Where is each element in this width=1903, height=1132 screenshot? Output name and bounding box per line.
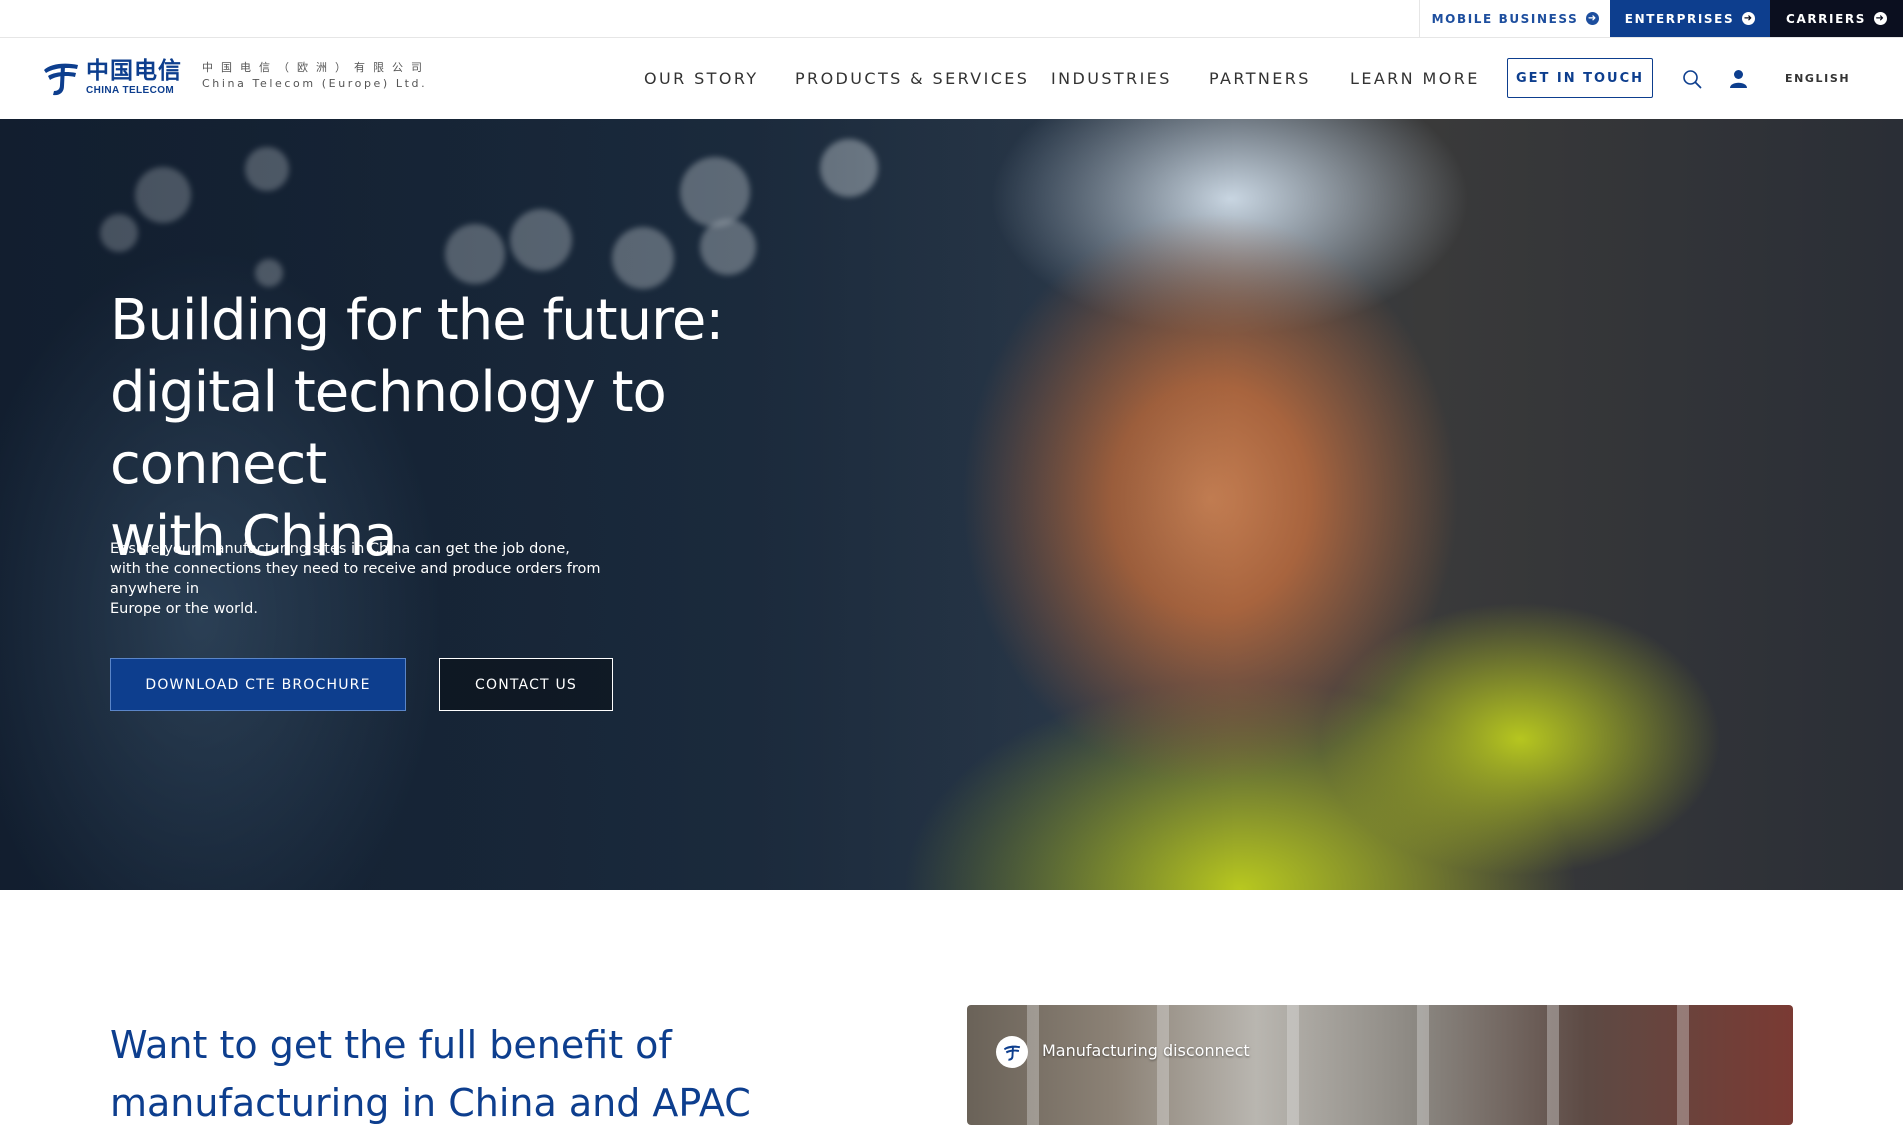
arrow-right-icon: ➜ <box>1586 12 1600 25</box>
nav-our-story[interactable]: OUR STORY <box>644 38 759 119</box>
hero-description: Ensure your manufacturing sites in China… <box>110 539 670 619</box>
language-selector[interactable]: ENGLISH <box>1785 38 1850 119</box>
main-header: 中国电信 CHINA TELECOM 中国电信（欧洲）有限公司 China Te… <box>0 38 1903 119</box>
hero-title-line: Building for the future: <box>110 288 724 353</box>
section-heading-line: Want to get the full benefit of <box>110 1023 672 1067</box>
hero-title-line: digital technology to connect <box>110 360 667 497</box>
logo-sub-chinese: 中国电信（欧洲）有限公司 <box>202 61 430 74</box>
logo-sub-english: China Telecom (Europe) Ltd. <box>202 77 428 90</box>
logo-english-text: CHINA TELECOM <box>86 84 175 96</box>
search-icon[interactable] <box>1682 69 1702 89</box>
arrow-right-icon: ➜ <box>1742 12 1756 25</box>
carriers-link[interactable]: CARRIERS ➜ <box>1770 0 1903 37</box>
logo-wordmark: 中国电信 CHINA TELECOM <box>86 58 182 97</box>
video-title: Manufacturing disconnect <box>1042 1041 1250 1060</box>
channel-logo-icon <box>996 1036 1028 1068</box>
carriers-label: CARRIERS <box>1786 11 1866 26</box>
enterprises-label: ENTERPRISES <box>1624 11 1735 26</box>
nav-learn-more[interactable]: LEARN MORE <box>1350 38 1480 119</box>
arrow-right-icon: ➜ <box>1873 12 1887 25</box>
nav-partners[interactable]: PARTNERS <box>1209 38 1311 119</box>
contact-us-button[interactable]: CONTACT US <box>439 658 613 711</box>
mobile-business-link[interactable]: MOBILE BUSINESS ➜ <box>1419 0 1611 37</box>
enterprises-link[interactable]: ENTERPRISES ➜ <box>1610 0 1770 37</box>
user-account-icon[interactable] <box>1729 69 1748 88</box>
hero-banner: Building for the future: digital technol… <box>0 119 1903 890</box>
logo-chinese-text: 中国电信 <box>86 57 182 84</box>
section-heading: Want to get the full benefit of manufact… <box>110 1016 770 1132</box>
china-telecom-logo-icon <box>44 63 78 96</box>
get-in-touch-button[interactable]: GET IN TOUCH <box>1507 58 1653 98</box>
nav-industries[interactable]: INDUSTRIES <box>1051 38 1172 119</box>
site-logo[interactable]: 中国电信 CHINA TELECOM 中国电信（欧洲）有限公司 China Te… <box>40 56 430 98</box>
logo-subtitle: 中国电信（欧洲）有限公司 China Telecom (Europe) Ltd. <box>202 61 430 93</box>
mobile-business-label: MOBILE BUSINESS <box>1431 11 1579 26</box>
video-thumbnail <box>967 1005 1793 1125</box>
hero-description-line: with the connections they need to receiv… <box>110 561 601 597</box>
hero-description-line: Ensure your manufacturing sites in China… <box>110 541 570 557</box>
utility-bar: MOBILE BUSINESS ➜ ENTERPRISES ➜ CARRIERS… <box>0 0 1903 38</box>
hero-description-line: Europe or the world. <box>110 601 258 617</box>
hero-title: Building for the future: digital technol… <box>110 285 890 573</box>
nav-products-services[interactable]: PRODUCTS & SERVICES <box>795 38 1029 119</box>
video-card[interactable]: Manufacturing disconnect <box>967 1005 1793 1125</box>
section-heading-line: manufacturing in China and APAC <box>110 1081 751 1125</box>
download-brochure-button[interactable]: DOWNLOAD CTE BROCHURE <box>110 658 406 711</box>
china-telecom-logo-icon <box>1003 1045 1021 1061</box>
